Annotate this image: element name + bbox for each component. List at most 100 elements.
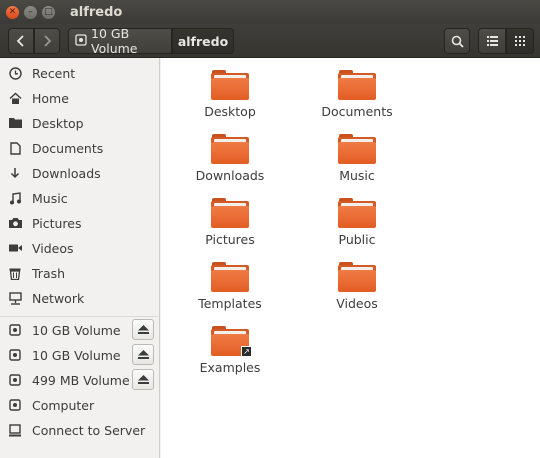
sidebar-item-computer[interactable]: Computer	[0, 393, 158, 417]
sidebar-item-videos[interactable]: Videos	[0, 236, 158, 260]
search-icon	[451, 35, 464, 48]
symlink-arrow-icon: ↗	[241, 346, 252, 357]
folder-desktop[interactable]: Desktop	[170, 70, 290, 130]
sidebar-item-volume-1[interactable]: 10 GB Volume	[0, 318, 158, 342]
sidebar-item-recent[interactable]: Recent	[0, 61, 158, 85]
sidebar-item-label: Documents	[32, 140, 104, 156]
folder-videos[interactable]: Videos	[297, 262, 417, 322]
eject-icon	[137, 325, 149, 334]
sidebar-item-label: Desktop	[32, 115, 84, 131]
sidebar-item-label: 499 MB Volume	[32, 372, 130, 388]
sidebar-item-label: Network	[32, 290, 85, 306]
sidebar-item-label: Pictures	[32, 215, 82, 231]
file-label: Templates	[198, 296, 262, 311]
file-label: Music	[339, 168, 375, 183]
folder-pictures[interactable]: Pictures	[170, 198, 290, 258]
file-label: Videos	[336, 296, 378, 311]
sidebar-divider	[0, 316, 158, 317]
path-volume-button[interactable]: 10 GB Volume	[68, 26, 172, 56]
maximize-window-button[interactable]: □	[42, 5, 55, 19]
sidebar-item-label: Music	[32, 190, 68, 206]
list-view-icon	[486, 36, 498, 46]
drive-icon	[75, 33, 87, 49]
sidebar-item-home[interactable]: Home	[0, 86, 158, 110]
back-button[interactable]	[8, 28, 34, 54]
sidebar-item-label: Trash	[32, 265, 66, 281]
folder-icon	[338, 262, 376, 292]
sidebar-item-label: 10 GB Volume	[32, 322, 121, 338]
forward-button[interactable]	[34, 28, 60, 54]
header-bar: 10 GB Volume alfredo	[0, 24, 540, 58]
sidebar-item-connect-to-server[interactable]: Connect to Server	[0, 418, 158, 442]
drive-icon	[8, 323, 22, 337]
path-current-button[interactable]: alfredo	[172, 28, 234, 54]
list-view-button[interactable]	[478, 28, 506, 54]
title-bar: ✕ – □ alfredo	[0, 0, 540, 24]
sidebar: Recent Home Desktop Documents Downloads …	[0, 58, 160, 458]
video-icon	[8, 241, 22, 255]
folder-icon	[338, 134, 376, 164]
eject-icon	[137, 375, 149, 384]
trash-icon	[8, 266, 22, 280]
drive-icon	[8, 398, 22, 412]
sidebar-item-network[interactable]: Network	[0, 286, 158, 310]
folder-icon	[211, 134, 249, 164]
folder-downloads[interactable]: Downloads	[170, 134, 290, 194]
sidebar-item-label: Videos	[32, 240, 74, 256]
sidebar-item-label: Connect to Server	[32, 422, 146, 438]
chevron-left-icon	[16, 35, 24, 47]
sidebar-item-music[interactable]: Music	[0, 186, 158, 210]
sidebar-item-downloads[interactable]: Downloads	[0, 161, 158, 185]
eject-icon	[137, 350, 149, 359]
close-window-button[interactable]: ✕	[6, 5, 19, 19]
folder-examples[interactable]: ↗ Examples	[170, 326, 290, 386]
minimize-window-button[interactable]: –	[24, 5, 37, 19]
folder-icon	[211, 198, 249, 228]
file-label: Pictures	[205, 232, 255, 247]
folder-icon	[211, 262, 249, 292]
sidebar-item-label: Computer	[32, 397, 95, 413]
folder-icon	[338, 198, 376, 228]
drive-icon	[8, 348, 22, 362]
file-label: Documents	[321, 104, 393, 119]
folder-icon	[211, 70, 249, 100]
sidebar-item-volume-3[interactable]: 499 MB Volume	[0, 368, 158, 392]
music-icon	[8, 191, 22, 205]
sidebar-item-label: Home	[32, 90, 69, 106]
download-icon	[8, 166, 22, 180]
sidebar-item-pictures[interactable]: Pictures	[0, 211, 158, 235]
window-title: alfredo	[70, 4, 123, 20]
folder-templates[interactable]: Templates	[170, 262, 290, 322]
folder-public[interactable]: Public	[297, 198, 417, 258]
server-icon	[8, 423, 22, 437]
sidebar-item-volume-2[interactable]: 10 GB Volume	[0, 343, 158, 367]
clock-icon	[8, 66, 22, 80]
eject-button[interactable]	[132, 369, 154, 390]
file-label: Desktop	[204, 104, 256, 119]
folder-icon	[338, 70, 376, 100]
home-icon	[8, 91, 22, 105]
desktop-folder-icon	[8, 116, 22, 130]
path-current-label: alfredo	[177, 33, 229, 49]
grid-view-icon	[515, 36, 525, 46]
network-icon	[8, 291, 22, 305]
file-label: Public	[338, 232, 376, 247]
folder-music[interactable]: Music	[297, 134, 417, 194]
file-view: Desktop Documents Downloads Music Pictur…	[161, 58, 540, 458]
grid-view-button[interactable]	[506, 28, 534, 54]
eject-button[interactable]	[132, 319, 154, 340]
eject-button[interactable]	[132, 344, 154, 365]
sidebar-item-desktop[interactable]: Desktop	[0, 111, 158, 135]
search-button[interactable]	[444, 28, 470, 54]
path-volume-label: 10 GB Volume	[91, 26, 138, 56]
drive-icon	[8, 373, 22, 387]
sidebar-item-documents[interactable]: Documents	[0, 136, 158, 160]
file-label: Examples	[199, 360, 261, 375]
sidebar-item-label: 10 GB Volume	[32, 347, 121, 363]
camera-icon	[8, 216, 22, 230]
file-label: Downloads	[195, 168, 265, 183]
sidebar-item-trash[interactable]: Trash	[0, 261, 158, 285]
document-icon	[8, 141, 22, 155]
folder-documents[interactable]: Documents	[297, 70, 417, 130]
sidebar-item-label: Recent	[32, 65, 76, 81]
